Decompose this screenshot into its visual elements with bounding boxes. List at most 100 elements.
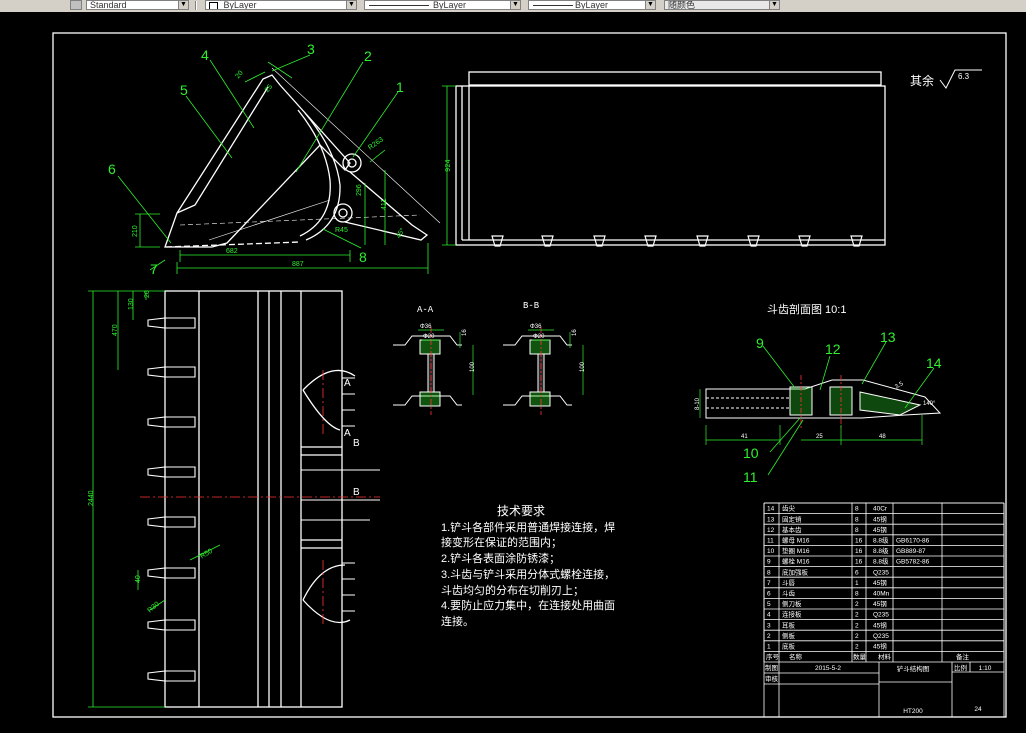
bom-cell-material: 45钢: [873, 643, 887, 651]
bom-cell-qty: 1: [855, 580, 859, 587]
dim-phi20-a: Φ20: [423, 334, 435, 340]
leader-12: 12: [825, 341, 841, 357]
leader-13: 13: [880, 329, 896, 345]
bom-cell-material: 45钢: [873, 600, 887, 608]
bom-cell-material: Q235: [873, 633, 889, 640]
bom-cell-no: 13: [767, 516, 775, 523]
section-bb-title: B-B: [523, 301, 540, 311]
bom-cell-material: 40Mn: [873, 591, 890, 598]
text-style-dropdown[interactable]: Standard ▼: [86, 0, 189, 10]
linetype-value: ByLayer: [433, 0, 467, 10]
leader-4: 4: [201, 47, 209, 63]
bom-header-material: 材料: [878, 652, 892, 661]
bom-header-remark: 备注: [956, 652, 970, 661]
section-arrow-b2: B: [353, 487, 360, 498]
leader-5: 5: [180, 82, 188, 98]
dim-phi36-a: Φ36: [420, 324, 432, 330]
bom-header-qty: 数量: [853, 652, 867, 661]
bom-cell-no: 14: [767, 506, 775, 513]
bom-cell-no: 11: [767, 538, 774, 545]
linetype-sample: [369, 5, 429, 6]
bom-cell-qty: 8: [855, 506, 859, 513]
dim-16-b: 16: [572, 329, 578, 336]
text-style-icon[interactable]: [70, 0, 82, 10]
tech-line-1: 1.铲斗各部件采用普通焊接连接，焊: [441, 520, 615, 534]
text-style-value: Standard: [90, 0, 127, 10]
dim-296: 296: [356, 184, 363, 196]
lineweight-sample: [533, 5, 573, 6]
dim-40: 40: [135, 575, 142, 583]
bom-cell-qty: 8: [855, 591, 859, 598]
leader-6: 6: [108, 161, 116, 177]
title-scale: 1:10: [979, 665, 992, 672]
tooth-section-title: 斗齿剖面图 10:1: [767, 302, 846, 316]
bom-cell-name: 底板: [782, 642, 796, 651]
bom-cell-no: 7: [767, 580, 771, 587]
dim-16-a: 16: [462, 329, 468, 336]
bom-cell-no: 12: [767, 527, 775, 534]
bom-cell-qty: 2: [855, 622, 859, 629]
leader-3: 3: [307, 41, 315, 57]
bom-cell-qty: 16: [855, 538, 863, 545]
toolbar-separator: [195, 1, 197, 10]
bom-cell-name: 连接板: [782, 610, 802, 619]
dim-682: 682: [226, 248, 238, 255]
bom-cell-name: 侧板: [782, 631, 796, 640]
bom-cell-name: 基本齿: [782, 525, 802, 534]
dim-470: 470: [112, 324, 119, 336]
dim-r45: R45: [335, 227, 348, 234]
bom-cell-qty: 8: [855, 527, 859, 534]
bom-cell-qty: 8: [855, 516, 859, 523]
bom-cell-material: 45钢: [873, 579, 887, 587]
dim-130: 130: [128, 298, 135, 310]
section-arrow-a2: A: [344, 428, 351, 439]
bom-cell-name: 固定销: [782, 514, 802, 523]
bom-cell-name: 侧刀板: [782, 599, 802, 608]
bom-cell-name: 螺母 M16: [782, 536, 810, 545]
bom-cell-name: 斗齿: [782, 590, 796, 598]
dim-20: 20: [144, 290, 151, 298]
bom-cell-qty: 2: [855, 612, 859, 619]
leader-10: 10: [743, 445, 759, 461]
bom-cell-no: 2: [767, 633, 771, 640]
dim-411: 411: [381, 199, 388, 210]
chevron-down-icon[interactable]: ▼: [769, 1, 779, 9]
bom-cell-qty: 16: [855, 548, 863, 555]
bom-cell-qty: 16: [855, 559, 863, 566]
bom-cell-name: 斗唇: [782, 579, 796, 587]
linetype-dropdown[interactable]: ByLayer ▼: [364, 0, 521, 10]
chevron-down-icon[interactable]: ▼: [178, 1, 188, 9]
bom-header-name: 名称: [789, 652, 803, 661]
dim-phi20-b: Φ20: [533, 334, 545, 340]
dim-140deg: 140°: [923, 401, 936, 407]
layer-color-dropdown[interactable]: ByLayer ▼: [205, 0, 357, 10]
dim-100-b: 100: [580, 361, 586, 372]
bom-cell-material: 45钢: [873, 621, 887, 629]
bom-cell-name: 底加强板: [782, 567, 809, 576]
bom-cell-no: 9: [767, 559, 771, 566]
lineweight-dropdown[interactable]: ByLayer ▼: [528, 0, 656, 10]
tech-line-6: 4.要防止应力集中，在连接处用曲面: [441, 598, 615, 612]
color-swatch: [209, 1, 218, 9]
bom-cell-no: 8: [767, 569, 771, 576]
leader-2: 2: [364, 48, 372, 64]
bom-cell-material: 8.8级: [873, 557, 889, 566]
dim-2440: 2440: [88, 490, 95, 506]
layer-color-value: ByLayer: [223, 0, 257, 10]
chevron-down-icon[interactable]: ▼: [645, 1, 655, 9]
bom-cell-no: 1: [767, 644, 771, 651]
plotstyle-dropdown[interactable]: 随颜色 ▼: [664, 0, 780, 10]
bom-cell-name: 齿尖: [782, 504, 796, 513]
chevron-down-icon[interactable]: ▼: [346, 1, 356, 9]
bom-cell-qty: 2: [855, 601, 859, 608]
chevron-down-icon[interactable]: ▼: [510, 1, 520, 9]
bom-cell-material: 8.8级: [873, 546, 889, 555]
drawing-canvas[interactable]: 682 887 210 411 296 R263 R45 20 25 45° 1…: [0, 12, 1026, 733]
leader-11: 11: [743, 469, 758, 485]
bom-cell-material: Q235: [873, 612, 889, 619]
dim-41: 41: [741, 434, 748, 440]
bom-cell-standard: GB5782-86: [896, 559, 930, 566]
dim-25: 25: [816, 434, 823, 440]
bom-cell-name: 螺栓 M16: [782, 557, 810, 566]
section-aa-title: A-A: [417, 305, 434, 315]
